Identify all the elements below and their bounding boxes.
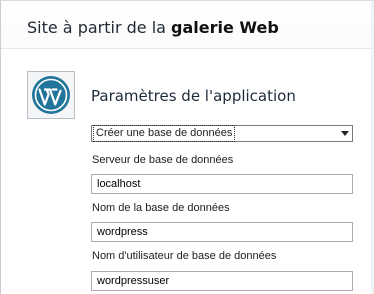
wordpress-icon [27,71,75,119]
server-label: Serveur de base de données [92,154,234,166]
db-name-input[interactable]: wordpress [91,222,353,242]
db-name-label: Nom de la base de données [92,202,230,214]
page-title-bold: galerie Web [171,18,279,37]
chevron-down-icon[interactable] [338,126,352,141]
db-user-label: Nom d'utilisateur de base de données [92,250,277,262]
page-title-prefix: Site à partir de la [27,18,172,37]
server-input[interactable]: localhost [91,174,353,194]
header: Site à partir de la galerie Web [1,1,374,49]
db-user-input[interactable]: wordpressuser [91,271,353,291]
database-mode-select[interactable]: Créer une base de données [91,125,353,142]
database-mode-value: Créer une base de données [92,125,236,142]
section-title: Paramètres de l'application [91,87,296,105]
page-title: Site à partir de la galerie Web [27,18,279,37]
web-platform-window: Site à partir de la galerie Web Paramètr… [0,0,374,294]
